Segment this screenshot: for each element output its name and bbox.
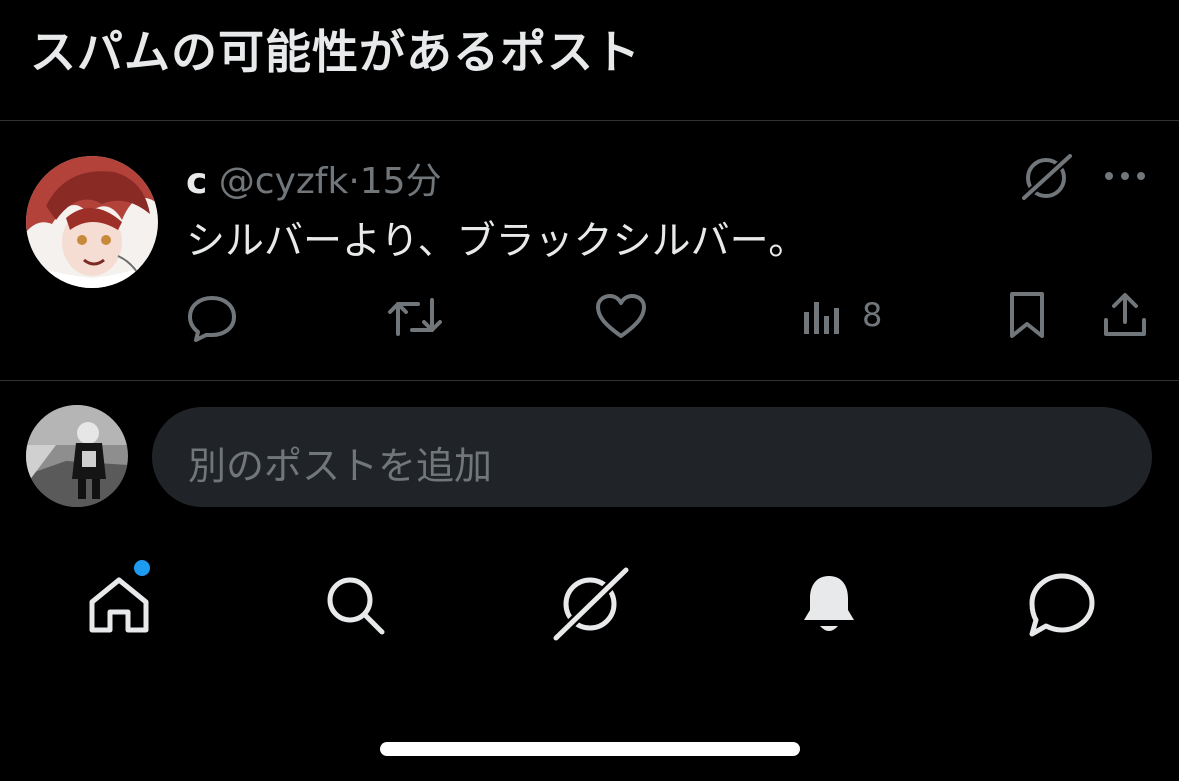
share-icon[interactable] bbox=[1100, 290, 1150, 340]
author-handle[interactable]: @cyzfk bbox=[219, 161, 349, 202]
meta-separator: · bbox=[348, 161, 360, 202]
grok-tab-icon[interactable] bbox=[552, 566, 630, 642]
post-meta: c @cyzfk·15分 bbox=[186, 152, 442, 204]
grok-icon[interactable] bbox=[1020, 152, 1074, 202]
views-icon[interactable] bbox=[800, 298, 846, 338]
header-divider bbox=[0, 120, 1179, 121]
bookmark-icon[interactable] bbox=[1004, 290, 1050, 340]
home-indicator[interactable] bbox=[380, 742, 800, 756]
post-time[interactable]: 15分 bbox=[360, 161, 442, 202]
notifications-icon[interactable] bbox=[796, 570, 862, 638]
post-text: シルバーより、ブラックシルバー。 bbox=[186, 219, 808, 264]
author-name[interactable]: c bbox=[186, 161, 207, 202]
author-avatar[interactable] bbox=[26, 156, 158, 288]
post-divider bbox=[0, 380, 1179, 381]
messages-icon[interactable] bbox=[1026, 570, 1098, 638]
home-icon[interactable] bbox=[86, 572, 152, 638]
home-badge bbox=[134, 560, 150, 576]
user-avatar[interactable] bbox=[26, 405, 128, 507]
reply-icon[interactable] bbox=[186, 292, 238, 342]
repost-icon[interactable] bbox=[386, 292, 444, 342]
search-icon[interactable] bbox=[322, 572, 388, 638]
reply-placeholder: 別のポストを追加 bbox=[188, 444, 493, 488]
reply-input[interactable]: 別のポストを追加 bbox=[152, 407, 1152, 507]
views-count: 8 bbox=[862, 296, 883, 334]
page-title: スパムの可能性があるポスト bbox=[30, 25, 641, 79]
like-icon[interactable] bbox=[594, 292, 648, 342]
more-icon[interactable] bbox=[1102, 164, 1148, 188]
